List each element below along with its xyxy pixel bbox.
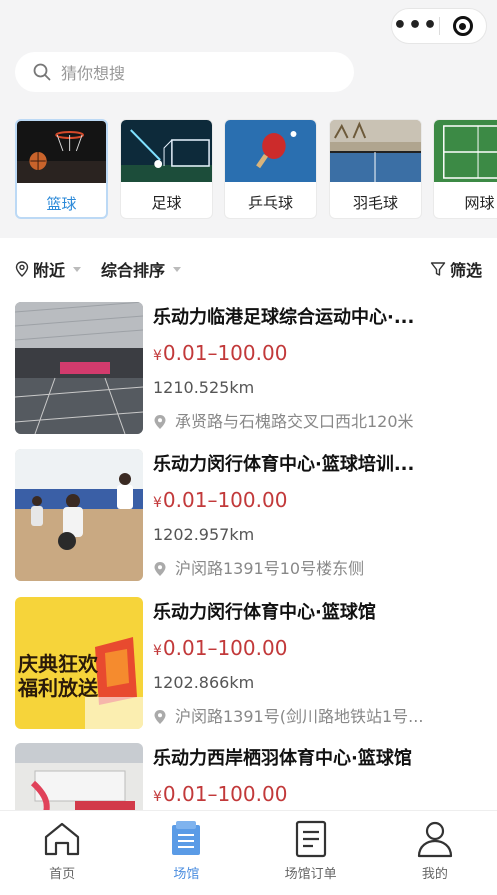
venue-distance: 1210.525km [153,378,255,397]
category-basketball[interactable]: 篮球 [15,119,108,219]
category-football[interactable]: 足球 [120,119,213,219]
bottom-tab-bar: 首页 场馆 场馆订单 我的 [0,810,497,895]
address-text: 沪闵路1391号10号楼东侧 [175,559,365,578]
tab-venue[interactable]: 场馆 [124,811,248,895]
venue-card[interactable]: 庆典狂欢 福利放送 乐动力闵行体育中心·篮球馆 ¥0.01–100.00 120… [15,592,485,729]
venue-title: 乐动力临港足球综合运动中心·... [153,307,415,328]
tab-label: 场馆 [173,867,200,882]
order-icon [295,820,326,858]
more-dots-icon[interactable]: ••• [392,8,439,44]
venue-image: 庆典狂欢 福利放送 [15,597,143,729]
venue-address: 沪闵路1391号(剑川路地铁站1号... [153,702,475,732]
football-thumbnail [121,120,212,182]
funnel-icon [430,262,446,276]
address-text: 沪闵路1391号(剑川路地铁站1号... [175,707,424,726]
profile-icon [417,821,452,858]
tab-label: 首页 [49,867,76,882]
category-pingpong[interactable]: 乒乓球 [224,119,317,219]
price-range: 0.01–100.00 [162,488,288,512]
venue-card[interactable]: 乐动力临港足球综合运动中心·... ¥0.01–100.00 1210.525k… [15,297,485,434]
location-pin-icon [15,261,29,277]
header-area: ••• 猜你想搜 篮球 足球 乒乓球 羽毛球 网球 [0,0,497,238]
category-tennis[interactable]: 网球 [433,119,497,219]
tennis-thumbnail [434,120,497,182]
currency-symbol: ¥ [153,789,162,805]
sort-filter[interactable]: 综合排序 [101,257,182,281]
sort-label: 综合排序 [101,261,166,280]
venue-title: 乐动力西岸栖羽体育中心·篮球馆 [153,748,412,769]
venue-title: 乐动力闵行体育中心·篮球培训... [153,454,415,475]
category-label: 羽毛球 [352,194,398,212]
mini-program-capsule: ••• [391,8,487,44]
location-pin-icon [154,710,166,724]
category-label: 网球 [464,194,495,212]
category-label: 篮球 [46,195,77,213]
venue-icon [172,821,201,855]
venue-image [15,302,143,434]
tab-venue-orders[interactable]: 场馆订单 [249,811,373,895]
currency-symbol: ¥ [153,495,162,511]
filter-label: 筛选 [449,261,482,280]
search-bar[interactable]: 猜你想搜 [15,52,354,92]
venue-price: ¥0.01–100.00 [153,481,475,522]
filter-bar: 附近 综合排序 筛选 [0,250,497,288]
price-range: 0.01–100.00 [162,341,288,365]
tab-label: 场馆订单 [284,867,337,882]
category-label: 乒乓球 [247,194,293,212]
search-placeholder: 猜你想搜 [61,64,126,83]
currency-symbol: ¥ [153,643,162,659]
venue-distance: 1202.866km [153,673,255,692]
venue-price: ¥0.01–100.00 [153,629,475,670]
venue-card[interactable]: 乐动力闵行体育中心·篮球培训... ¥0.01–100.00 1202.957k… [15,444,485,581]
basketball-thumbnail [17,121,106,183]
location-pin-icon [154,415,166,429]
promo-text: 庆典狂欢 [18,652,99,676]
search-icon [33,63,51,81]
price-range: 0.01–100.00 [162,636,288,660]
pingpong-thumbnail [225,120,316,182]
venue-price: ¥0.01–100.00 [153,334,475,375]
location-pin-icon [154,562,166,576]
target-close-icon[interactable] [440,16,486,36]
tab-profile[interactable]: 我的 [373,811,497,895]
home-icon [45,822,80,856]
dropdown-arrow-icon [73,266,82,272]
currency-symbol: ¥ [153,348,162,364]
venue-distance: 1202.957km [153,525,255,544]
tab-label: 我的 [421,867,448,882]
venue-image [15,449,143,581]
badminton-thumbnail [330,120,421,182]
nearby-label: 附近 [33,261,66,280]
promo-text: 福利放送 [17,676,99,700]
price-range: 0.01–100.00 [162,782,288,806]
tab-home[interactable]: 首页 [0,811,124,895]
venue-address: 承贤路与石槐路交叉口西北120米 [153,407,475,437]
nearby-filter[interactable]: 附近 [15,257,82,281]
dropdown-arrow-icon [173,266,182,272]
category-scroller[interactable]: 篮球 足球 乒乓球 羽毛球 网球 [15,119,497,219]
category-label: 足球 [151,194,182,212]
filter-button[interactable]: 筛选 [430,257,482,281]
category-badminton[interactable]: 羽毛球 [329,119,422,219]
venue-title: 乐动力闵行体育中心·篮球馆 [153,602,376,623]
venue-address: 沪闵路1391号10号楼东侧 [153,554,475,584]
address-text: 承贤路与石槐路交叉口西北120米 [175,412,414,431]
